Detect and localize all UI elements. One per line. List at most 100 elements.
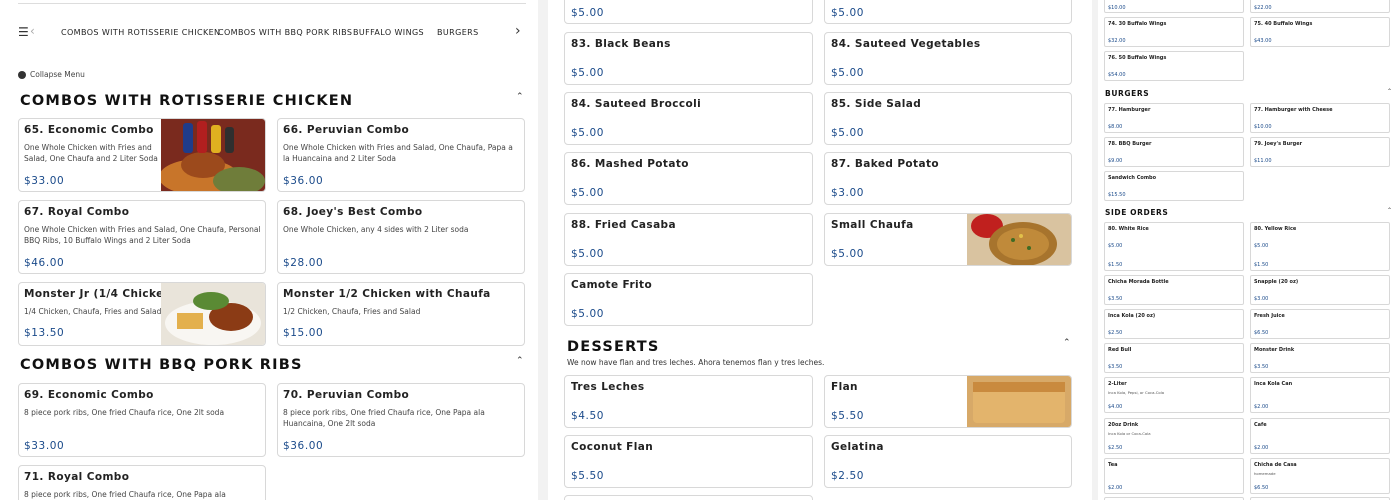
chevron-up-icon[interactable]: ⌃: [516, 92, 524, 102]
menu-item-card[interactable]: Monster Drink $3.50: [1250, 343, 1390, 373]
item-description: One Whole Chicken with Fries and Salad, …: [283, 143, 513, 163]
divider: [18, 3, 526, 4]
item-name: 20oz Drink: [1108, 422, 1139, 428]
item-price: $2.00: [1254, 404, 1269, 410]
chevron-up-icon[interactable]: ⌃: [516, 356, 524, 366]
menu-item-card[interactable]: 85. Side Salad $5.00: [824, 92, 1072, 145]
menu-item-card[interactable]: [564, 495, 813, 500]
menu-item-card[interactable]: $5.00: [824, 0, 1072, 24]
menu-item-card[interactable]: Inca Kola (20 oz) $2.50: [1104, 309, 1244, 339]
menu-item-card[interactable]: Flan $5.50: [824, 375, 1072, 428]
item-price: $46.00: [24, 257, 65, 269]
item-price: $2.00: [1254, 445, 1269, 451]
item-name: 83. Black Beans: [571, 38, 671, 50]
item-price: $3.00: [1254, 296, 1269, 302]
item-name: 68. Joey's Best Combo: [283, 206, 423, 218]
item-name: Inca Kola Can: [1254, 381, 1293, 387]
menu-item-card[interactable]: 74. 30 Buffalo Wings $32.00: [1104, 17, 1244, 47]
menu-item-card[interactable]: 66. Peruvian Combo One Whole Chicken wit…: [277, 118, 525, 192]
menu-item-card[interactable]: Small Chaufa $5.00: [824, 213, 1072, 266]
menu-item-card[interactable]: Chicha de Casa homemade $6.50: [1250, 458, 1390, 494]
menu-item-card[interactable]: 77. Hamburger with Cheese $10.00: [1250, 103, 1390, 133]
menu-item-card[interactable]: Gelatina $2.50: [824, 435, 1072, 488]
item-name: 87. Baked Potato: [831, 158, 939, 170]
menu-item-card[interactable]: $10.00: [1104, 0, 1244, 13]
category-tab-buffalo-wings[interactable]: BUFFALO WINGS: [353, 28, 424, 37]
menu-item-card[interactable]: Tea $2.00: [1104, 458, 1244, 494]
menu-item-card[interactable]: 65. Economic Combo One Whole Chicken wit…: [18, 118, 266, 192]
menu-left-panel: ☰ ‹ COMBOS WITH ROTISSERIE CHICKEN COMBO…: [0, 0, 538, 500]
menu-item-card[interactable]: 86. Mashed Potato $5.00: [564, 152, 813, 205]
menu-item-card[interactable]: Fresh Juice $6.50: [1250, 309, 1390, 339]
item-name: 86. Mashed Potato: [571, 158, 689, 170]
menu-item-card[interactable]: 77. Hamburger $8.00: [1104, 103, 1244, 133]
item-name: Gelatina: [831, 441, 884, 453]
menu-item-card[interactable]: Red Bull $3.50: [1104, 343, 1244, 373]
item-name: Sandwich Combo: [1108, 175, 1157, 181]
menu-item-card[interactable]: 83. Black Beans $5.00: [564, 32, 813, 85]
menu-item-card[interactable]: 68. Joey's Best Combo One Whole Chicken,…: [277, 200, 525, 274]
item-price: $5.00: [571, 67, 605, 79]
menu-item-card[interactable]: Monster Jr (1/4 Chicken) 1/4 Chicken, Ch…: [18, 282, 266, 346]
menu-item-card[interactable]: 67. Royal Combo One Whole Chicken with F…: [18, 200, 266, 274]
chevron-up-icon[interactable]: ⌃: [1387, 88, 1392, 95]
menu-item-card[interactable]: Snapple (20 oz) $3.00: [1250, 275, 1390, 305]
item-name: Monster Jr (1/4 Chicken): [24, 288, 177, 300]
item-price: $33.00: [24, 175, 65, 187]
menu-item-card[interactable]: Chicha Morada Bottle $3.50: [1104, 275, 1244, 305]
menu-item-card[interactable]: 75. 40 Buffalo Wings $43.00: [1250, 17, 1390, 47]
menu-item-card[interactable]: Tres Leches $4.50: [564, 375, 813, 428]
item-name: Tea: [1108, 462, 1118, 468]
item-name: 84. Sauteed Vegetables: [831, 38, 981, 50]
menu-item-card[interactable]: 84. Sauteed Vegetables $5.00: [824, 32, 1072, 85]
menu-item-card[interactable]: 87. Baked Potato $3.00: [824, 152, 1072, 205]
category-tab-burgers[interactable]: BURGERS: [437, 28, 479, 37]
list-menu-icon[interactable]: ☰: [18, 25, 29, 39]
menu-item-card[interactable]: Inca Kola Can $2.00: [1250, 377, 1390, 413]
item-price: $9.00: [1108, 158, 1123, 164]
collapse-icon: [18, 70, 26, 79]
item-description: One Whole Chicken with Fries and Salad, …: [24, 225, 261, 245]
menu-item-card[interactable]: Coconut Flan $5.50: [564, 435, 813, 488]
flan-image: [967, 376, 1071, 427]
item-price: $22.00: [1254, 5, 1272, 11]
menu-item-card[interactable]: 84. Sauteed Broccoli $5.00: [564, 92, 813, 145]
chevron-up-icon[interactable]: ⌃: [1387, 207, 1392, 214]
item-name: Chicha Morada Bottle: [1108, 279, 1169, 285]
menu-item-card[interactable]: 70. Peruvian Combo 8 piece pork ribs, On…: [277, 383, 525, 457]
menu-item-card[interactable]: 69. Economic Combo 8 piece pork ribs, On…: [18, 383, 266, 457]
menu-item-card[interactable]: 76. 50 Buffalo Wings $54.00: [1104, 51, 1244, 81]
menu-item-card[interactable]: 80. White Rice $5.00 $1.50: [1104, 222, 1244, 271]
item-name: 70. Peruvian Combo: [283, 389, 410, 401]
item-price-small: $1.50: [1108, 262, 1123, 268]
menu-item-card[interactable]: Camote Frito $5.00: [564, 273, 813, 326]
collapse-menu-button[interactable]: Collapse Menu: [18, 70, 85, 79]
menu-item-card[interactable]: 88. Fried Casaba $5.00: [564, 213, 813, 266]
menu-item-card[interactable]: 79. Joey's Burger $11.00: [1250, 137, 1390, 167]
menu-item-card[interactable]: $5.00: [564, 0, 813, 24]
item-name: Monster Drink: [1254, 347, 1295, 353]
item-price: $5.00: [831, 248, 865, 260]
category-tab-bbq[interactable]: COMBOS WITH BBQ PORK RIBS: [218, 28, 352, 37]
item-name: 80. White Rice: [1108, 226, 1149, 232]
menu-item-card[interactable]: 20oz Drink Inca Kola or Coca-Cola $2.50: [1104, 418, 1244, 454]
menu-item-card[interactable]: 78. BBQ Burger $9.00: [1104, 137, 1244, 167]
chevron-left-icon[interactable]: ‹: [30, 24, 35, 38]
menu-item-card[interactable]: $22.00: [1250, 0, 1390, 13]
item-name: Camote Frito: [571, 279, 653, 291]
chevron-right-icon[interactable]: ›: [515, 23, 521, 39]
menu-item-card[interactable]: 2-Liter Inca Kola, Pepsi, or Coca-Cola $…: [1104, 377, 1244, 413]
item-name: 77. Hamburger with Cheese: [1254, 107, 1333, 113]
item-price: $3.50: [1254, 364, 1269, 370]
category-tab-rotisserie[interactable]: COMBOS WITH ROTISSERIE CHICKEN: [61, 28, 220, 37]
menu-item-card[interactable]: 80. Yellow Rice $5.00 $1.50: [1250, 222, 1390, 271]
item-price: $10.00: [1254, 124, 1272, 130]
menu-item-card[interactable]: 71. Royal Combo 8 piece pork ribs, One f…: [18, 465, 266, 500]
chevron-up-icon[interactable]: ⌃: [1063, 338, 1071, 348]
item-description: One Whole Chicken with Fries and Salad, …: [24, 143, 158, 163]
menu-item-card[interactable]: Sandwich Combo $15.50: [1104, 171, 1244, 201]
menu-item-card[interactable]: Monster 1/2 Chicken with Chaufa 1/2 Chic…: [277, 282, 525, 346]
item-name: 84. Sauteed Broccoli: [571, 98, 702, 110]
menu-item-card[interactable]: Cafe $2.00: [1250, 418, 1390, 454]
menu-middle-panel: $5.00 $5.00 83. Black Beans $5.00 84. Sa…: [548, 0, 1092, 500]
